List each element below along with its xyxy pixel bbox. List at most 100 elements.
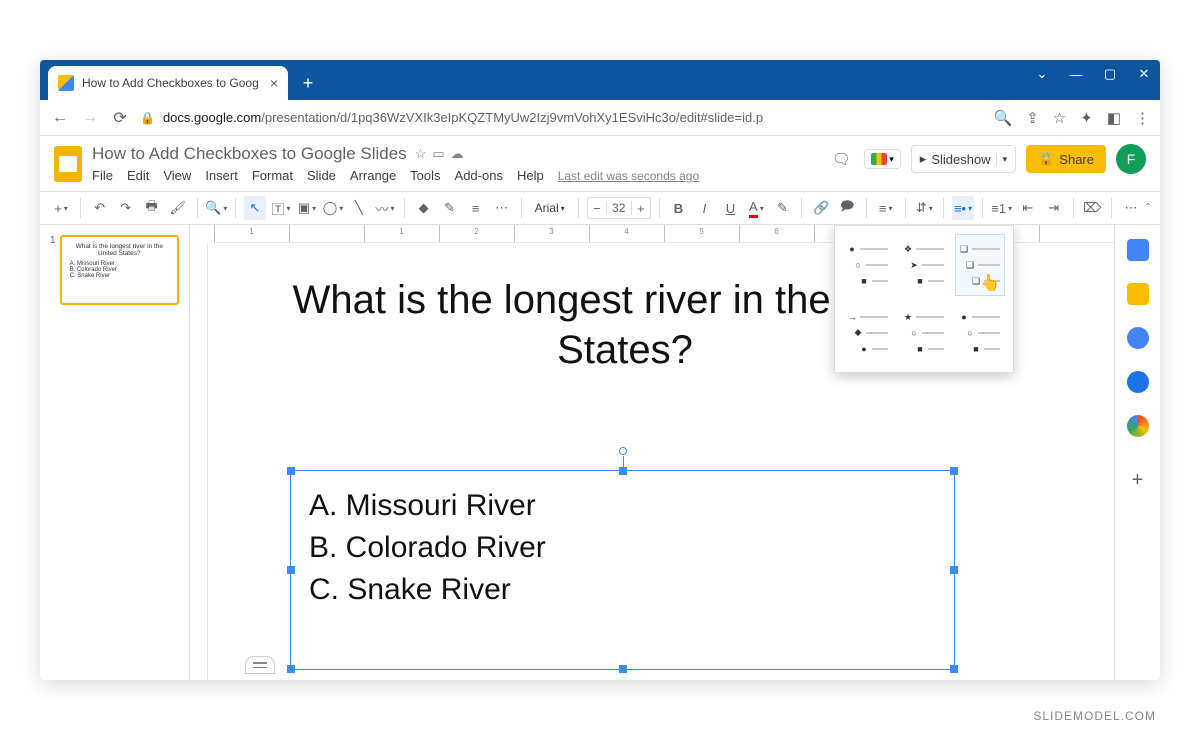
slide-canvas[interactable]: 1 1 2 3 4 5 6 7 What is the longest rive… <box>190 225 1114 680</box>
menu-file[interactable]: File <box>92 168 113 183</box>
tasks-icon[interactable] <box>1127 327 1149 349</box>
zoom-icon[interactable]: 🔍 <box>994 109 1013 127</box>
collapse-toolbar-icon[interactable]: ˆ <box>1146 201 1150 215</box>
line-style-icon[interactable]: 〰 <box>374 196 396 220</box>
resize-handle[interactable] <box>950 566 958 574</box>
sidepanel-icon[interactable]: ◧ <box>1107 109 1121 127</box>
shape-tool-icon[interactable]: ◯ <box>322 196 344 220</box>
align-icon[interactable]: ≡ <box>875 196 897 220</box>
menu-insert[interactable]: Insert <box>205 168 238 183</box>
selected-textbox[interactable]: A. Missouri River B. Colorado River C. S… <box>290 470 955 670</box>
account-avatar[interactable]: F <box>1116 144 1146 174</box>
resize-handle[interactable] <box>619 665 627 673</box>
menu-format[interactable]: Format <box>252 168 293 183</box>
border-color-icon[interactable]: ✎ <box>439 196 461 220</box>
fill-color-icon[interactable]: ◆ <box>413 196 435 220</box>
menu-tools[interactable]: Tools <box>410 168 440 183</box>
clear-format-icon[interactable]: ⌦ <box>1081 196 1103 220</box>
add-addons-icon[interactable]: + <box>1132 469 1144 492</box>
more-tools-icon[interactable]: ⋯ <box>1120 196 1142 220</box>
border-dash-icon[interactable]: ⋯ <box>491 196 513 220</box>
bullet-style-option[interactable]: ❖➤■ <box>899 234 949 296</box>
decrease-size-icon[interactable]: − <box>588 201 606 216</box>
keep-icon[interactable] <box>1127 283 1149 305</box>
last-edit-link[interactable]: Last edit was seconds ago <box>558 169 699 183</box>
resize-handle[interactable] <box>287 467 295 475</box>
menu-addons[interactable]: Add-ons <box>455 168 503 183</box>
maps-icon[interactable] <box>1127 415 1149 437</box>
link-icon[interactable]: 🔗 <box>810 196 832 220</box>
close-tab-icon[interactable]: × <box>270 75 278 91</box>
meet-button[interactable]: ▾ <box>864 149 901 169</box>
undo-icon[interactable]: ↶ <box>89 196 111 220</box>
comment-add-icon[interactable]: 🗩 <box>836 196 858 220</box>
textbox-tool-icon[interactable]: 🅃 <box>270 196 292 220</box>
share-button[interactable]: 🔒Share <box>1026 145 1106 173</box>
resize-handle[interactable] <box>950 467 958 475</box>
move-icon[interactable]: ▭ <box>432 146 444 162</box>
back-icon[interactable]: ← <box>50 109 70 127</box>
star-icon[interactable]: ☆ <box>415 146 427 162</box>
highlight-icon[interactable]: ✎ <box>771 196 793 220</box>
menu-edit[interactable]: Edit <box>127 168 149 183</box>
menu-help[interactable]: Help <box>517 168 544 183</box>
browser-tab[interactable]: How to Add Checkboxes to Goog × <box>48 66 288 100</box>
zoom-tool[interactable]: 🔍 <box>205 196 227 220</box>
forward-icon[interactable]: → <box>80 109 100 127</box>
resize-handle[interactable] <box>287 566 295 574</box>
slide-thumbnail[interactable]: What is the longest river in the United … <box>60 235 179 305</box>
kebab-menu-icon[interactable]: ⋮ <box>1135 109 1150 127</box>
close-window-icon[interactable]: ✕ <box>1136 66 1152 82</box>
menu-slide[interactable]: Slide <box>307 168 336 183</box>
increase-size-icon[interactable]: + <box>632 201 650 216</box>
maximize-icon[interactable]: ▢ <box>1102 66 1118 82</box>
font-selector[interactable]: Arial <box>529 196 570 220</box>
font-size-value[interactable]: 32 <box>606 201 632 215</box>
calendar-icon[interactable] <box>1127 239 1149 261</box>
bullet-style-option[interactable]: ●○■ <box>955 302 1005 364</box>
numbered-list-icon[interactable]: ≡1 <box>991 196 1013 220</box>
share-url-icon[interactable]: ⇪ <box>1026 109 1039 127</box>
document-title[interactable]: How to Add Checkboxes to Google Slides <box>92 144 407 164</box>
resize-handle[interactable] <box>619 467 627 475</box>
redo-icon[interactable]: ↷ <box>115 196 137 220</box>
paint-format-icon[interactable]: 🖌 <box>167 196 189 220</box>
reload-icon[interactable]: ⟳ <box>110 108 130 128</box>
comments-icon[interactable]: 🗨 <box>828 146 854 172</box>
new-tab-button[interactable]: + <box>294 69 322 97</box>
address-field[interactable]: 🔒 docs.google.com/presentation/d/1pq36Wz… <box>140 110 984 125</box>
bookmark-icon[interactable]: ☆ <box>1053 109 1066 127</box>
cloud-status-icon[interactable]: ☁ <box>451 146 464 162</box>
bullet-style-option[interactable]: ●○■ <box>843 234 893 296</box>
print-icon[interactable]: 🖶 <box>141 196 163 220</box>
resize-handle[interactable] <box>950 665 958 673</box>
font-size-control[interactable]: − 32 + <box>587 197 651 219</box>
bulleted-list-icon[interactable]: ≡• <box>952 196 974 220</box>
line-spacing-icon[interactable]: ⇵ <box>913 196 935 220</box>
minimize-icon[interactable]: — <box>1068 66 1084 82</box>
new-slide-button[interactable]: + <box>50 196 72 220</box>
bullet-style-option[interactable]: ★○■ <box>899 302 949 364</box>
bold-icon[interactable]: B <box>667 196 689 220</box>
image-tool-icon[interactable]: ▣ <box>296 196 318 220</box>
list-item[interactable]: B. Colorado River <box>309 527 936 569</box>
menu-view[interactable]: View <box>163 168 191 183</box>
list-item[interactable]: C. Snake River <box>309 569 936 611</box>
resize-handle[interactable] <box>287 665 295 673</box>
slideshow-button[interactable]: ▸Slideshow▾ <box>911 145 1016 173</box>
google-slides-logo[interactable] <box>54 146 82 182</box>
decrease-indent-icon[interactable]: ⇤ <box>1017 196 1039 220</box>
border-weight-icon[interactable]: ≡ <box>465 196 487 220</box>
extensions-icon[interactable]: ✦ <box>1080 109 1093 127</box>
bullet-style-option[interactable]: ❑❑❑👆 <box>955 234 1005 296</box>
text-color-icon[interactable]: A <box>745 196 767 220</box>
bullet-style-option[interactable]: →◆● <box>843 302 893 364</box>
increase-indent-icon[interactable]: ⇥ <box>1043 196 1065 220</box>
speaker-notes-toggle[interactable] <box>245 656 275 674</box>
contacts-icon[interactable] <box>1127 371 1149 393</box>
select-tool-icon[interactable]: ↖ <box>244 196 266 220</box>
menu-arrange[interactable]: Arrange <box>350 168 396 183</box>
rotate-handle[interactable] <box>619 447 627 455</box>
chevron-down-icon[interactable]: ⌄ <box>1034 66 1050 82</box>
list-item[interactable]: A. Missouri River <box>309 485 936 527</box>
